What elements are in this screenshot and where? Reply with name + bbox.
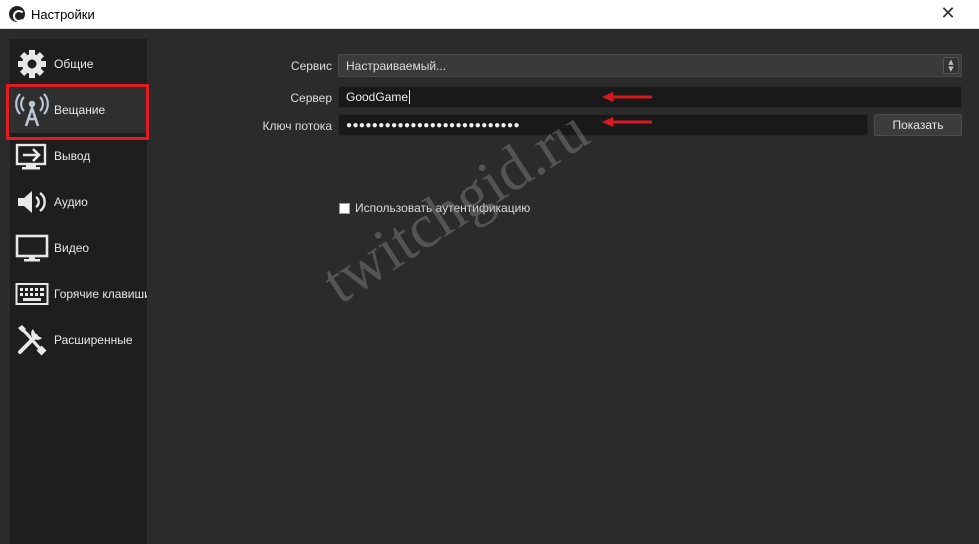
output-icon [14,138,50,174]
monitor-icon [14,230,50,266]
sidebar-item-label: Видео [54,241,90,255]
auth-checkbox-label: Использовать аутентификацию [355,201,531,215]
show-key-button[interactable]: Показать [874,114,962,136]
sidebar-item-output[interactable]: Вывод [10,133,147,179]
auth-checkbox-row[interactable]: Использовать аутентификацию [339,201,530,215]
sidebar-item-video[interactable]: Видео [10,225,147,271]
close-icon[interactable]: ✕ [937,3,959,25]
red-arrow-icon [602,92,652,102]
tools-icon [14,322,50,358]
sidebar-item-label: Расширенные [54,333,133,347]
sidebar-item-label: Вещание [54,103,106,117]
sidebar-item-general[interactable]: Общие [10,41,147,87]
sidebar-item-label: Вывод [54,149,91,163]
server-label: Сервер [290,91,332,105]
stream-key-value: ●●●●●●●●●●●●●●●●●●●●●●●●●●● [346,119,520,131]
gear-icon [14,46,50,82]
sidebar-item-label: Общие [54,57,94,71]
obs-logo-icon [9,6,25,22]
settings-body: Общие Вещание Вывод Аудио Видео Горячие … [0,29,979,544]
service-label: Сервис [290,59,332,73]
broadcast-antenna-icon [14,92,50,128]
speaker-icon [14,184,50,220]
auth-checkbox[interactable] [339,202,350,214]
service-select[interactable]: Настраиваемый... ▲ ▼ [338,54,962,77]
title-bar: Настройки ✕ [0,0,979,29]
chevron-updown-icon[interactable]: ▲ ▼ [943,57,959,74]
settings-sidebar: Общие Вещание Вывод Аудио Видео Горячие … [10,39,147,544]
server-value: GoodGame [346,90,409,104]
service-value: Настраиваемый... [346,58,447,73]
stream-key-label: Ключ потока [262,119,332,133]
sidebar-item-audio[interactable]: Аудио [10,179,147,225]
text-caret [409,90,411,104]
sidebar-item-label: Аудио [54,195,88,209]
red-arrow-icon [602,117,652,127]
sidebar-item-label: Горячие клавиши [54,287,147,301]
window-title: Настройки [31,6,95,22]
sidebar-item-broadcast[interactable]: Вещание [10,87,147,133]
keyboard-icon [14,276,50,312]
sidebar-item-hotkeys[interactable]: Горячие клавиши [10,271,147,317]
sidebar-item-advanced[interactable]: Расширенные [10,317,147,363]
